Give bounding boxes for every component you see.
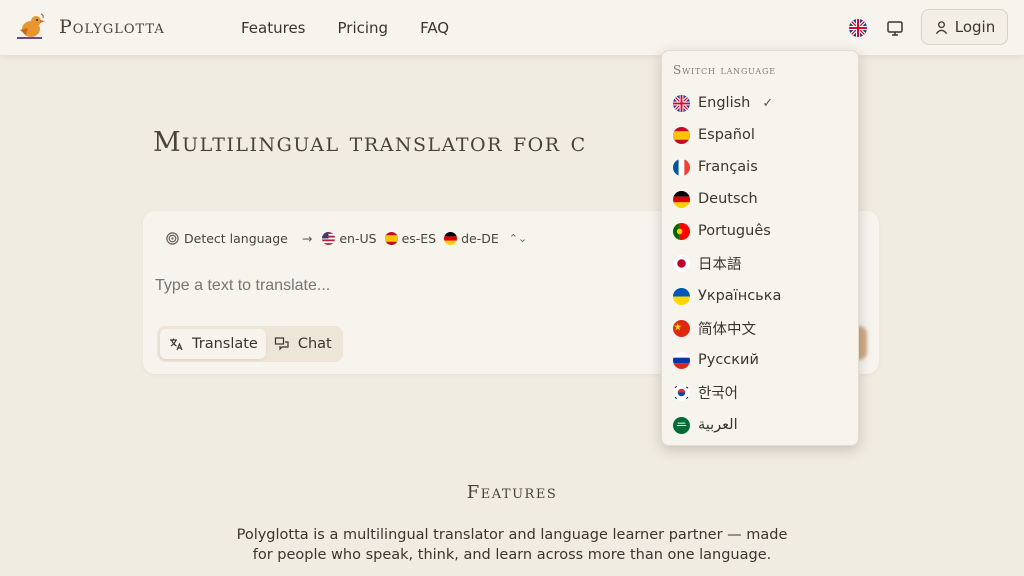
ua-flag-icon: [673, 287, 690, 305]
nav-faq[interactable]: FAQ: [420, 19, 449, 37]
language-label: Русский: [698, 352, 759, 368]
user-icon: [935, 20, 947, 34]
uk-flag-icon: [673, 94, 690, 112]
target-code-es-es: es-ES: [401, 231, 437, 246]
target-code-en-us: en-US: [339, 231, 377, 246]
language-selector-row[interactable]: Detect language → en-US es-ES de-DE ⌃⌄: [165, 231, 527, 246]
jp-flag-icon: [673, 254, 690, 272]
nav-features[interactable]: Features: [241, 19, 306, 37]
monitor-icon[interactable]: [885, 18, 905, 38]
features-description: Polyglotta is a multilingual translator …: [236, 527, 788, 563]
bird-logo-icon[interactable]: [14, 10, 48, 44]
pt-flag-icon: [673, 222, 690, 240]
language-dropdown: Switch language English ✓ Español França…: [661, 50, 859, 446]
target-language-de[interactable]: de-DE: [444, 231, 499, 246]
de-flag-icon: [444, 232, 458, 245]
us-flag-icon: [322, 232, 336, 245]
brand-name[interactable]: Polyglotta: [59, 16, 165, 38]
fr-flag-icon: [673, 158, 690, 176]
top-navbar: Polyglotta Features Pricing FAQ Login: [0, 0, 1024, 55]
target-language-us[interactable]: en-US: [322, 231, 377, 246]
language-label: العربية: [698, 417, 738, 433]
language-option-french[interactable]: Français: [673, 155, 853, 179]
language-label: Português: [698, 223, 771, 239]
sa-flag-icon: [673, 416, 690, 434]
ru-flag-icon: [673, 351, 690, 369]
language-label: English: [698, 95, 751, 111]
language-label: 简体中文: [698, 321, 756, 338]
checkmark-icon: ✓: [762, 95, 774, 111]
detect-language-label: Detect language: [184, 231, 288, 246]
tab-translate-label: Translate: [192, 336, 258, 352]
language-option-ukrainian[interactable]: Українська: [673, 284, 853, 308]
cn-flag-icon: [673, 319, 690, 337]
main-nav: Features Pricing FAQ: [241, 19, 481, 37]
language-option-spanish[interactable]: Español: [673, 123, 853, 147]
es-flag-icon: [384, 232, 398, 245]
language-option-chinese[interactable]: 简体中文: [673, 316, 853, 340]
kr-flag-icon: [673, 383, 690, 401]
language-option-arabic[interactable]: العربية: [673, 413, 853, 437]
translate-input[interactable]: [155, 277, 655, 295]
detect-target-icon: [166, 232, 179, 245]
chat-icon: [274, 337, 289, 351]
login-button[interactable]: Login: [921, 9, 1008, 45]
es-flag-icon: [673, 126, 690, 144]
language-label: 日本語: [698, 256, 742, 273]
language-label: Deutsch: [698, 191, 758, 207]
tab-chat-label: Chat: [297, 336, 332, 352]
detect-language[interactable]: Detect language: [165, 231, 288, 246]
language-label: 한국어: [698, 385, 739, 402]
language-switch-button[interactable]: [849, 19, 867, 37]
tab-translate[interactable]: Translate: [160, 329, 266, 359]
mode-tabs: Translate Chat: [157, 326, 343, 362]
login-label: Login: [954, 18, 996, 36]
target-code-de-de: de-DE: [461, 231, 499, 246]
language-option-korean[interactable]: 한국어: [673, 380, 853, 404]
language-label: Español: [698, 127, 755, 143]
translate-icon: [170, 338, 183, 351]
language-option-german[interactable]: Deutsch: [673, 187, 853, 211]
language-option-english[interactable]: English ✓: [673, 91, 853, 115]
tab-chat[interactable]: Chat: [266, 329, 340, 359]
chevron-updown-icon[interactable]: ⌃⌄: [509, 232, 527, 245]
language-option-portuguese[interactable]: Português: [673, 219, 853, 243]
nav-pricing[interactable]: Pricing: [338, 19, 389, 37]
language-option-russian[interactable]: Русский: [673, 348, 853, 372]
language-label: Українська: [698, 288, 782, 304]
language-label: Français: [698, 159, 758, 175]
de-flag-icon: [673, 190, 690, 208]
language-option-japanese[interactable]: 日本語: [673, 251, 853, 275]
dropdown-title: Switch language: [673, 63, 776, 77]
features-heading: Features: [466, 482, 558, 503]
arrow-right-icon: →: [301, 231, 313, 246]
uk-flag-icon: [849, 19, 867, 37]
target-language-es[interactable]: es-ES: [384, 231, 437, 246]
